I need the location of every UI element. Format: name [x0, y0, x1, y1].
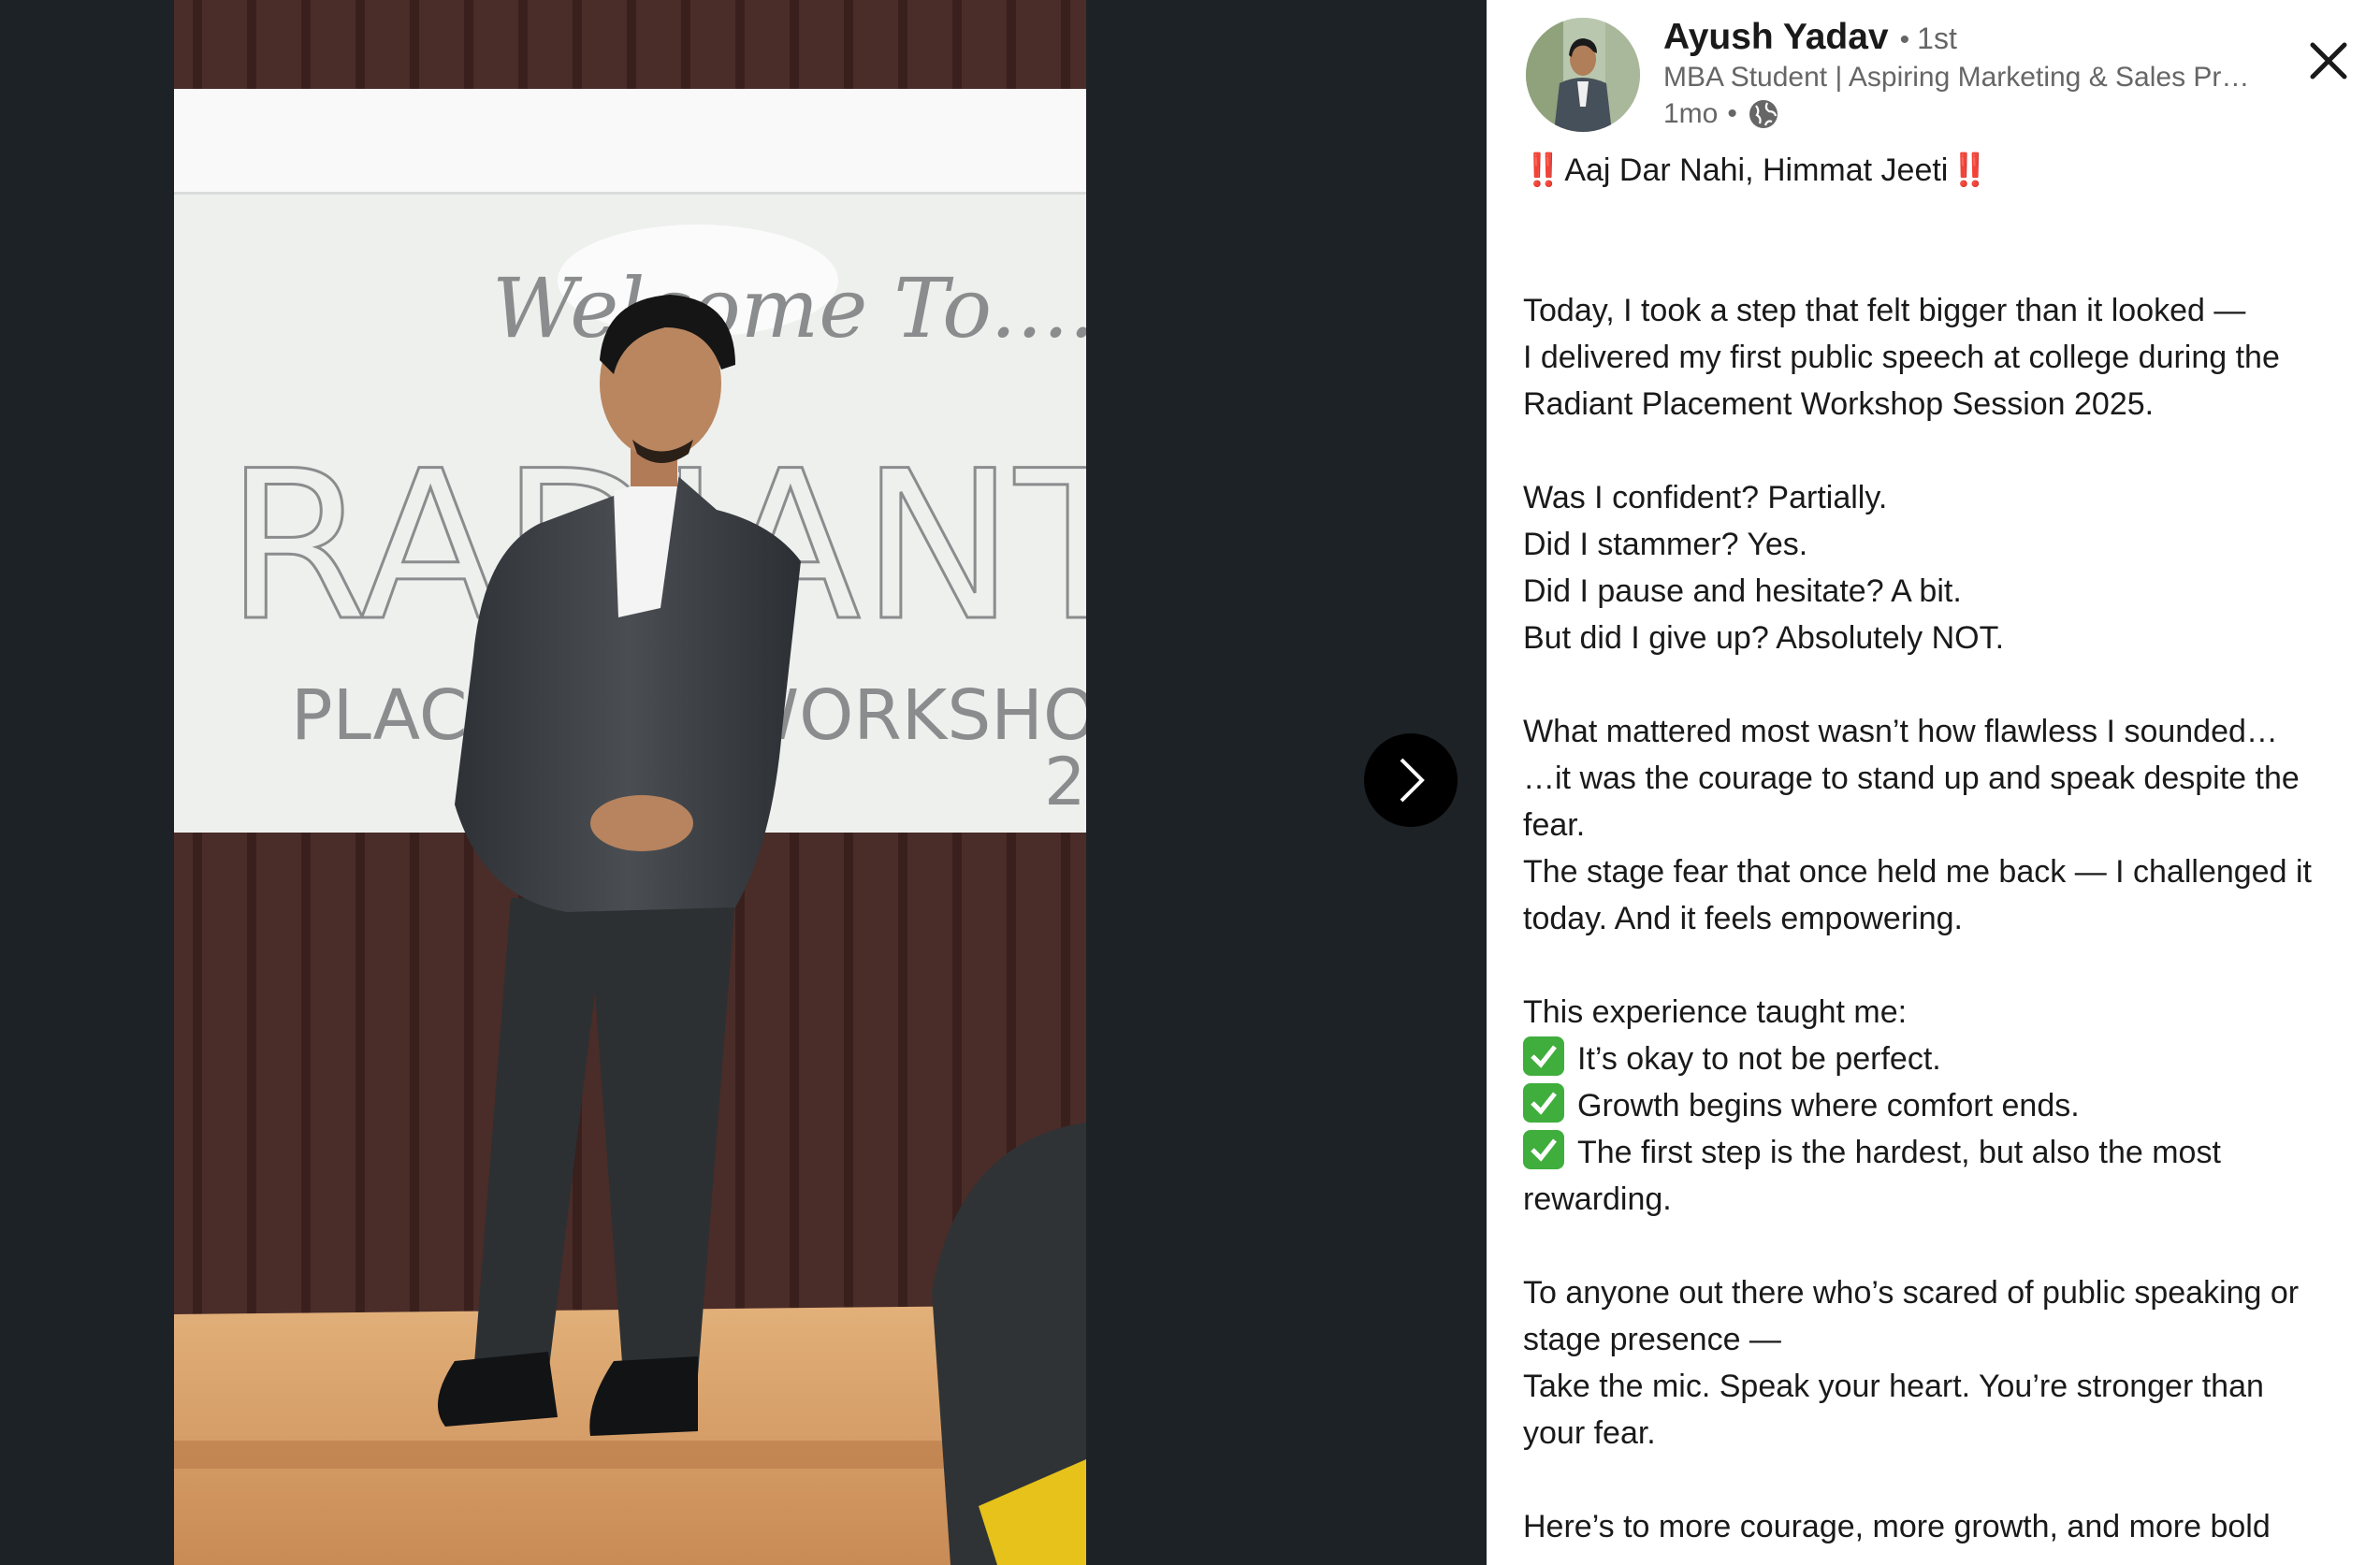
checklist-item: It’s okay to not be perfect. [1523, 1036, 2365, 1082]
check-mark-icon [1523, 1083, 1564, 1123]
text-line: The stage fear that once held me back — … [1523, 854, 2312, 890]
double-exclamation-icon: ‼️ [1950, 152, 1989, 188]
whiteboard-line1: Welcome To...... [492, 260, 1086, 356]
text-line: today. And it feels empowering. [1523, 901, 1963, 936]
post-text: ‼️ Aaj Dar Nahi, Himmat Jeeti‼️ Today, I … [1523, 147, 2365, 1550]
text-line: Here’s to more courage, more growth, and… [1523, 1509, 2271, 1544]
avatar[interactable] [1526, 18, 1640, 132]
text-line: But did I give up? Absolutely NOT. [1523, 620, 2005, 656]
separator-dot: • [1727, 98, 1737, 129]
next-slide-button[interactable] [1364, 733, 1458, 827]
text-line: Take the mic. Speak your heart. You’re s… [1523, 1369, 2264, 1404]
text-line: Radiant Placement Workshop Session 2025. [1523, 386, 2155, 422]
text-line: rewarding. [1523, 1181, 1672, 1217]
connection-degree: 1st [1917, 22, 1957, 55]
post-photo: Welcome To...... RADIANT PLACEMENT WORKS… [174, 0, 1086, 1565]
post-detail-panel: Ayush Yadav • 1st MBA Student | Aspiring… [1487, 0, 2380, 1565]
text-line: Was I confident? Partially. [1523, 480, 1888, 515]
author-headline: MBA Student | Aspiring Marketing & Sales… [1663, 62, 2262, 93]
post-title-text: Aaj Dar Nahi, Himmat Jeeti [1564, 152, 1949, 188]
double-exclamation-icon: ‼️ [1523, 152, 1562, 188]
text-line: your fear. [1523, 1415, 1656, 1451]
media-viewer: Welcome To...... RADIANT PLACEMENT WORKS… [0, 0, 1487, 1565]
text-line: This experience taught me: [1523, 994, 1908, 1030]
text-line: Did I pause and hesitate? A bit. [1523, 573, 1962, 609]
text-line: What mattered most wasn’t how flawless I… [1523, 714, 2278, 749]
chevron-right-icon [1400, 758, 1425, 803]
author-name-link[interactable]: Ayush Yadav [1663, 17, 1889, 58]
check-mark-icon [1523, 1036, 1564, 1076]
text-line: …it was the courage to stand up and spea… [1523, 761, 2300, 796]
text-line: I delivered my first public speech at co… [1523, 340, 2280, 375]
post-time: 1mo [1663, 98, 1719, 129]
post-title: ‼️ Aaj Dar Nahi, Himmat Jeeti‼️ [1523, 147, 2365, 194]
text-line: Did I stammer? Yes. [1523, 527, 1808, 562]
text-line: Today, I took a step that felt bigger th… [1523, 293, 2246, 328]
close-button[interactable] [2301, 34, 2356, 88]
whiteboard-line4: 2025 [1044, 744, 1086, 820]
checklist-item: The first step is the hardest, but also … [1523, 1129, 2365, 1176]
text-line: To anyone out there who’s scared of publ… [1523, 1275, 2300, 1311]
post-meta: 1mo • [1663, 97, 1780, 131]
close-icon [2310, 42, 2347, 80]
separator-dot: • [1899, 24, 1910, 55]
globe-icon [1749, 100, 1778, 128]
text-line: stage presence — [1523, 1322, 1781, 1357]
check-mark-icon [1523, 1130, 1564, 1169]
text-line: fear. [1523, 807, 1586, 843]
author-line: Ayush Yadav • 1st [1663, 17, 1957, 58]
checklist-item: Growth begins where comfort ends. [1523, 1082, 2365, 1129]
